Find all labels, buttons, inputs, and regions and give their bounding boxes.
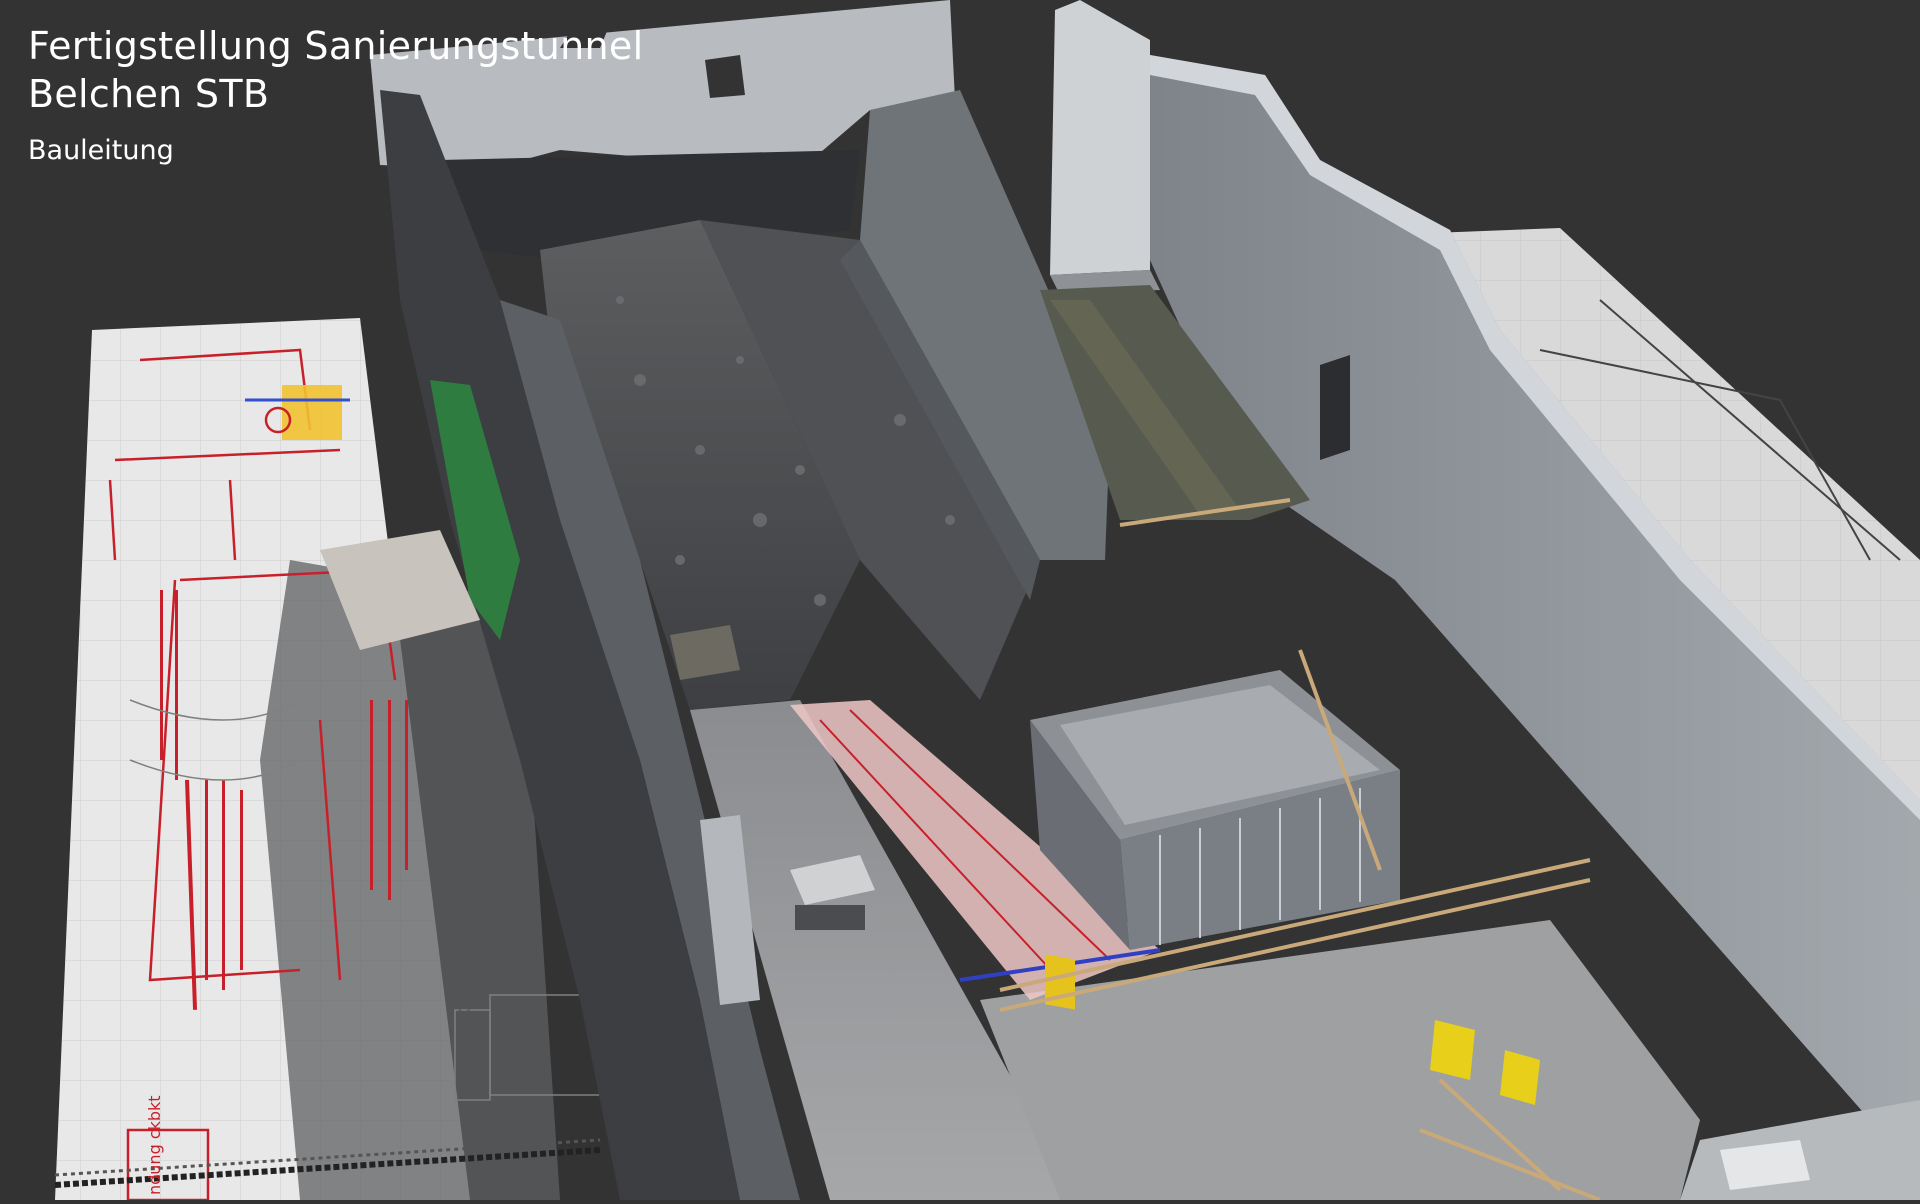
plan-stamp-label: KS ø 60/90 bbox=[455, 1003, 474, 1090]
title-line-1: Fertigstellung Sanierungstunnel bbox=[28, 24, 644, 68]
tunnel-3d-model-render: KS ø 60/90 ndung ckbkt bbox=[54, 0, 1920, 1202]
title-block: Fertigstellung Sanierungstunnel Belchen … bbox=[28, 22, 643, 168]
plan-red-box-label: ndung ckbkt bbox=[145, 1095, 164, 1195]
photogrammetry-scene: KS ø 60/90 ndung ckbkt bbox=[0, 0, 1920, 1202]
bottom-right-debris bbox=[1680, 1100, 1920, 1200]
back-wall-segment bbox=[1050, 0, 1160, 295]
plan-yellow-highlight bbox=[282, 385, 342, 440]
subtitle: Bauleitung bbox=[28, 135, 174, 166]
title-line-2: Belchen STB bbox=[28, 72, 270, 116]
wall-opening bbox=[1320, 355, 1350, 460]
